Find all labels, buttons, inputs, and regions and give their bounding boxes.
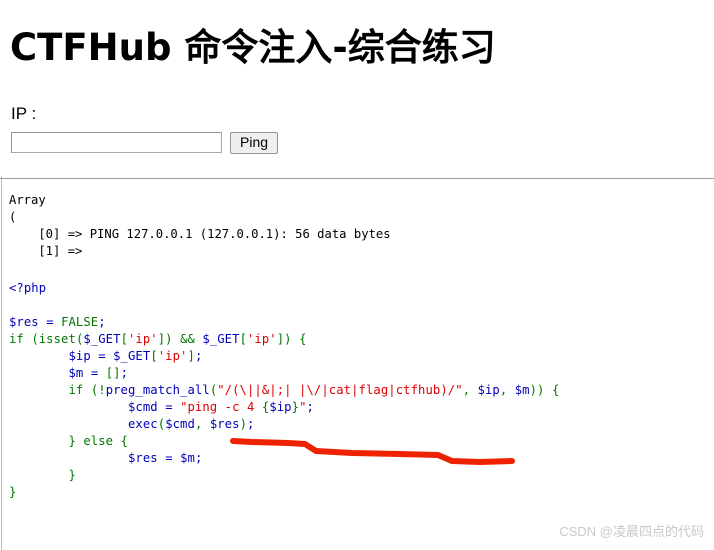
page-content: CTFHub 命令注入-综合练习 IP : Ping Array ( [0] =… bbox=[0, 0, 714, 501]
page-title: CTFHub 命令注入-综合练习 bbox=[10, 26, 496, 69]
ip-field-label: IP : bbox=[11, 104, 37, 123]
ping-button[interactable]: Ping bbox=[230, 132, 279, 154]
section-divider bbox=[0, 178, 714, 179]
ping-result-output: Array ( [0] => PING 127.0.0.1 (127.0.0.1… bbox=[9, 193, 391, 258]
csdn-watermark: CSDN @凌晨四点的代码 bbox=[559, 524, 704, 539]
ip-input[interactable] bbox=[11, 132, 222, 153]
php-source-code: <?php $res = FALSE; if (isset($_GET['ip'… bbox=[9, 281, 560, 499]
ping-form: Ping bbox=[11, 132, 714, 154]
php-open-tag: <?php bbox=[9, 281, 47, 295]
